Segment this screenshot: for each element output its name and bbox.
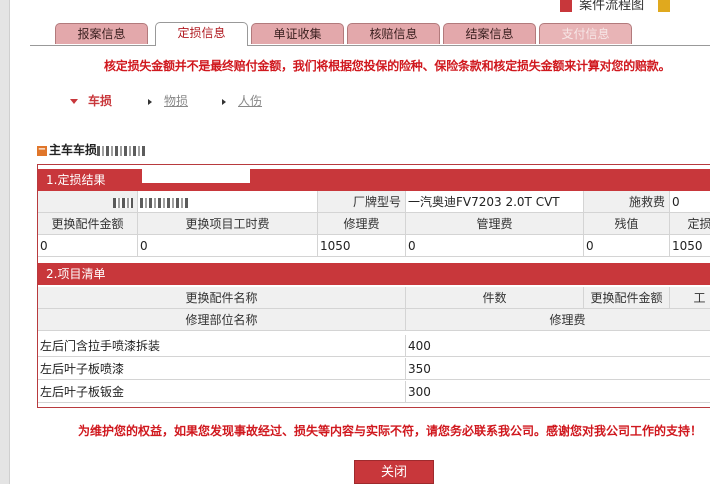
- rescue-fee-label: 施救费: [584, 191, 670, 213]
- repair-row-name: 左后门含拉手喷漆拆装: [38, 335, 406, 357]
- tab-bar: 报案信息 定损信息 单证收集 核赔信息 结案信息 支付信息: [30, 22, 710, 46]
- col-part-name: 更换配件名称: [38, 287, 406, 309]
- col-assessed-total: 定损: [670, 213, 710, 235]
- repair-row-fee: 350: [406, 358, 710, 380]
- flowchart-icon: [560, 0, 572, 12]
- redacted-value: [138, 191, 318, 213]
- val-residual-value: 0: [584, 235, 670, 257]
- redacted-text: [140, 197, 190, 208]
- val-management-fee: 0: [406, 235, 584, 257]
- triangle-right-icon: [222, 98, 226, 105]
- item-list-header: 2.项目清单: [38, 263, 710, 285]
- topbar: 案件流程图: [560, 0, 673, 13]
- repair-row-name: 左后叶子板钣金: [38, 381, 406, 403]
- tab-claim-review[interactable]: 核赔信息: [347, 23, 440, 44]
- section-title: − 主车车损: [37, 141, 146, 158]
- col-labor-partial: 工: [670, 287, 710, 309]
- collapse-icon[interactable]: −: [37, 144, 47, 156]
- redacted-label: [38, 191, 138, 213]
- tab-report-info[interactable]: 报案信息: [55, 23, 148, 44]
- col-repair-part: 修理部位名称: [38, 309, 406, 331]
- val-assessed-total: 1050: [670, 235, 710, 257]
- col-residual-value: 残值: [584, 213, 670, 235]
- left-scroll-edge: [0, 0, 10, 484]
- col-repair-fee: 修理费: [318, 213, 406, 235]
- help-icon[interactable]: [658, 0, 671, 12]
- subnav-vehicle-loss[interactable]: 车损: [70, 92, 112, 109]
- repair-row-fee: 400: [406, 335, 710, 357]
- tab-payment-info: 支付信息: [539, 23, 632, 44]
- val-labor-fee: 0: [138, 235, 318, 257]
- repair-row-name: 左后叶子板喷漆: [38, 358, 406, 380]
- loss-result-header: 1.定损结果: [38, 169, 710, 191]
- tab-case-closing[interactable]: 结案信息: [443, 23, 536, 44]
- col-management-fee: 管理费: [406, 213, 584, 235]
- subnav-property-loss[interactable]: 物损: [148, 92, 188, 109]
- col-labor-fee: 更换项目工时费: [138, 213, 318, 235]
- close-button[interactable]: 关闭: [354, 460, 434, 484]
- loss-amount-notice: 核定损失金额并不是最终赔付金额，我们将根据您投保的险种、保险条款和核定损失金额来…: [104, 59, 671, 73]
- val-parts-amount: 0: [38, 235, 138, 257]
- col-parts-amount: 更换配件金额: [38, 213, 138, 235]
- rights-notice: 为维护您的权益，如果您发现事故经过、损失等内容与实际不符，请您务必联系我公司。感…: [78, 424, 703, 438]
- tab-loss-info[interactable]: 定损信息: [155, 22, 248, 46]
- col-quantity: 件数: [406, 287, 584, 309]
- col-part-amount: 更换配件金额: [584, 287, 670, 309]
- val-repair-fee: 1050: [318, 235, 406, 257]
- loss-detail-frame: 1.定损结果 厂牌型号 一汽奥迪FV7203 2.0T CVT 施救费 0 更换…: [37, 164, 710, 408]
- redacted-plate: [97, 145, 146, 156]
- repair-row-fee: 300: [406, 381, 710, 403]
- rescue-fee-value: 0: [670, 191, 710, 213]
- subnav-injury[interactable]: 人伤: [222, 92, 262, 109]
- brand-value: 一汽奥迪FV7203 2.0T CVT: [406, 191, 584, 213]
- brand-label: 厂牌型号: [318, 191, 406, 213]
- flowchart-link[interactable]: 案件流程图: [579, 0, 644, 13]
- redaction-block: [142, 165, 250, 183]
- redacted-text: [113, 197, 133, 208]
- tab-document-collection[interactable]: 单证收集: [251, 23, 344, 44]
- triangle-down-icon: [70, 99, 78, 104]
- triangle-right-icon: [148, 98, 152, 105]
- col-repair-cost: 修理费: [406, 309, 710, 331]
